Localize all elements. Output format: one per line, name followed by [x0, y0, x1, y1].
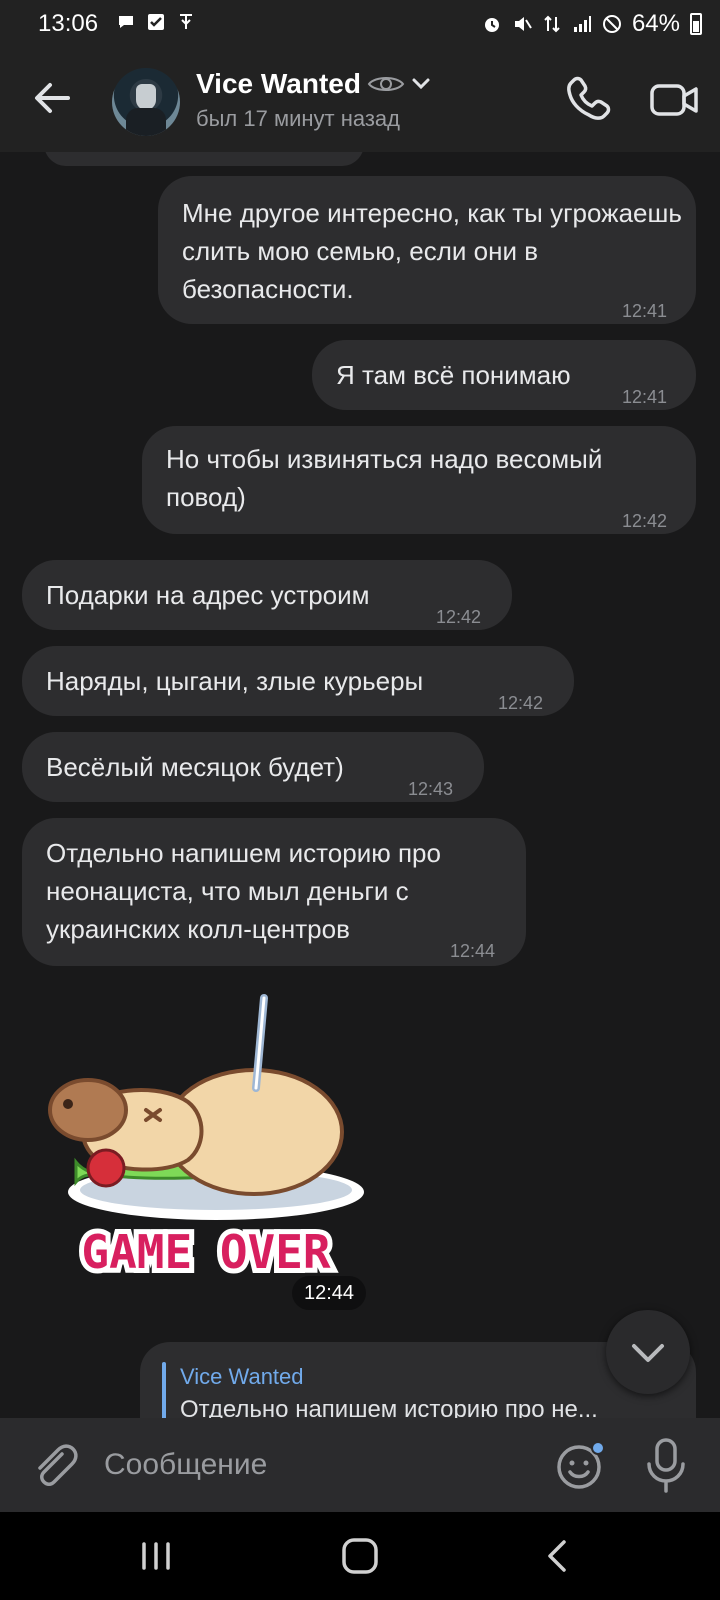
sticker-caption: GAME OVER	[81, 1225, 331, 1279]
chevron-down-icon	[632, 1344, 664, 1362]
previous-message-bubble	[44, 152, 364, 166]
message-outgoing[interactable]: Но чтобы извиняться надо весомый повод) …	[142, 426, 696, 534]
message-text: Весёлый месяцок будет)	[46, 752, 344, 782]
message-time: 12:42	[436, 607, 482, 627]
message-text: Отдельно напишем историю про неонациста,…	[46, 838, 441, 944]
message-incoming[interactable]: Подарки на адрес устроим 12:42	[22, 560, 512, 630]
avatar[interactable]	[112, 68, 180, 136]
message-time: 12:44	[450, 941, 496, 961]
contact-status: был 17 минут назад	[196, 106, 400, 131]
eye-icon	[367, 77, 405, 91]
message-text: Наряды, цыгани, злые курьеры	[46, 666, 424, 696]
chevron-down-icon[interactable]	[411, 77, 431, 91]
phone-icon[interactable]	[562, 72, 618, 128]
contact-name-text: Vice Wanted	[196, 68, 361, 99]
contact-name[interactable]: Vice Wanted	[196, 68, 431, 100]
microphone-icon[interactable]	[644, 1436, 688, 1494]
reply-quoted-text: Отдельно напишем историю про не...	[180, 1396, 598, 1418]
video-camera-icon[interactable]	[648, 72, 704, 128]
system-navigation-bar	[0, 1512, 720, 1600]
paperclip-icon[interactable]	[28, 1440, 80, 1492]
message-incoming[interactable]: Наряды, цыгани, злые курьеры 12:42	[22, 646, 574, 716]
scroll-down-button[interactable]	[606, 1310, 690, 1394]
message-text: Но чтобы извиняться надо весомый повод)	[166, 444, 603, 512]
game-over-sticker[interactable]: GAME OVER GAME OVER	[26, 992, 366, 1292]
message-time: 12:43	[408, 779, 454, 799]
recent-apps-icon[interactable]	[132, 1534, 180, 1578]
message-text: Подарки на адрес устроим	[46, 580, 370, 610]
battery-icon	[690, 13, 702, 35]
message-incoming[interactable]: Весёлый месяцок будет) 12:43	[22, 732, 484, 802]
signal-icon	[573, 16, 591, 32]
status-time: 13:06	[38, 10, 99, 37]
message-input[interactable]	[104, 1436, 524, 1494]
message-time: 12:42	[498, 693, 544, 713]
message-text: Мне другое интересно, как ты угрожаешь с…	[182, 198, 682, 304]
message-time: 12:41	[622, 387, 668, 407]
message-outgoing[interactable]: Мне другое интересно, как ты угрожаешь с…	[158, 176, 696, 324]
message-text: Я там всё понимаю	[336, 360, 571, 390]
smile-icon[interactable]	[554, 1438, 608, 1492]
notification-icons	[116, 12, 196, 32]
chat-notification-icon	[119, 16, 133, 28]
message-time: 12:42	[622, 511, 668, 531]
notification-glyph-icon	[180, 14, 192, 29]
chat-header: Vice Wanted был 17 минут назад	[0, 48, 720, 152]
home-icon[interactable]	[336, 1534, 384, 1578]
battery-percent: 64%	[631, 10, 680, 37]
system-icons: 64%	[482, 10, 702, 38]
alarm-icon	[484, 18, 499, 32]
back-nav-icon[interactable]	[534, 1534, 582, 1578]
reply-bar	[162, 1362, 166, 1418]
message-incoming[interactable]: Отдельно напишем историю про неонациста,…	[22, 818, 526, 966]
sticker-time: 12:44	[292, 1276, 366, 1310]
message-time: 12:41	[622, 301, 668, 321]
message-outgoing[interactable]: Я там всё понимаю 12:41	[312, 340, 696, 410]
reply-author: Vice Wanted	[180, 1364, 304, 1389]
composer	[0, 1418, 720, 1512]
message-list[interactable]: Мне другое интересно, как ты угрожаешь с…	[0, 152, 720, 1418]
data-icon	[544, 15, 560, 33]
blocked-icon	[602, 15, 621, 33]
mute-icon	[514, 17, 532, 31]
status-bar: 13:06 64%	[0, 0, 720, 48]
checkbox-notification-icon	[148, 14, 164, 30]
arrow-left-icon[interactable]	[28, 74, 76, 122]
